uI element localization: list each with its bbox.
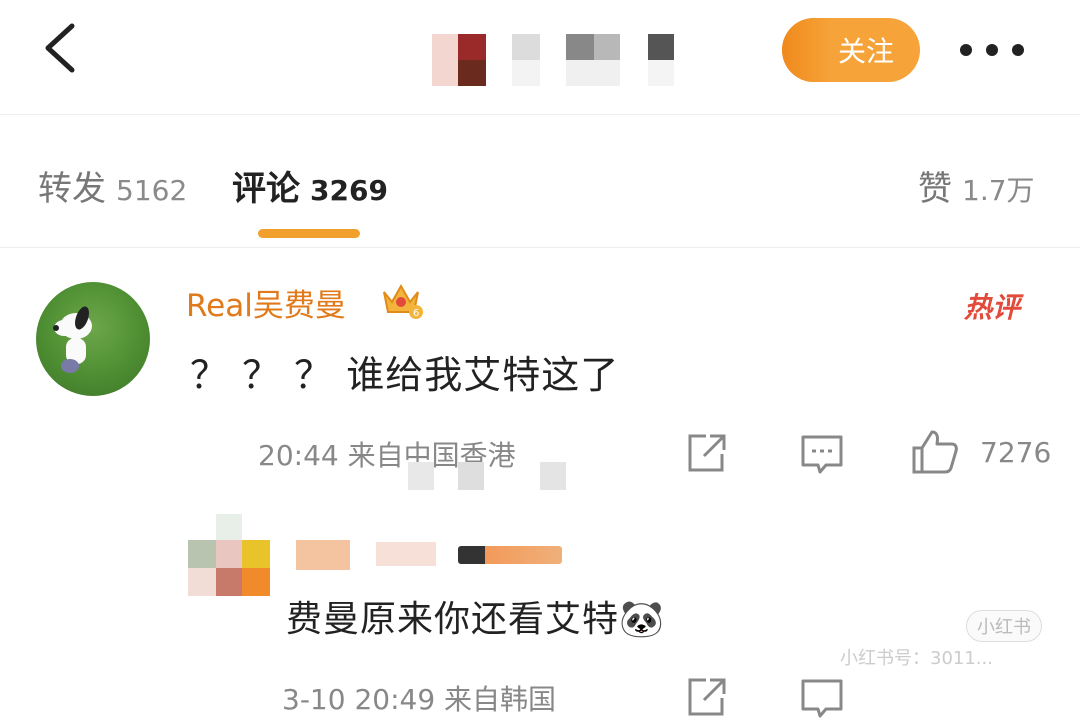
watermark-text: 小红书号：3011... — [840, 648, 993, 669]
reply-comment-button[interactable] — [800, 678, 844, 724]
comment-text: ？ ？ ？ 谁给我艾特这了 — [190, 353, 620, 397]
reply-button[interactable] — [800, 434, 844, 480]
more-dot — [1012, 44, 1024, 56]
more-dots-icon — [960, 44, 972, 56]
hot-comment-badge: 热评 — [964, 291, 1021, 324]
back-arrow-icon — [45, 23, 75, 73]
reply-meta: 3-10 20:49 来自韩国 — [282, 683, 557, 716]
share-icon — [688, 678, 726, 716]
vip-crown-icon: 6 — [383, 283, 423, 319]
follow-button[interactable]: 关注 — [782, 18, 920, 82]
svg-text:6: 6 — [413, 308, 419, 319]
vip-badge: 6 — [378, 280, 424, 320]
like-icon — [912, 430, 958, 474]
like-count: 7276 — [980, 436, 1052, 469]
more-dot — [986, 44, 998, 56]
reply-share-button[interactable] — [684, 676, 728, 724]
tab-bar: 转发 5162 评论 3269 赞 1.7万 — [0, 115, 1080, 248]
tab-likes[interactable]: 赞 1.7万 — [918, 161, 1035, 210]
back-button[interactable] — [34, 16, 94, 80]
tab-comments[interactable]: 评论 3269 — [232, 161, 388, 210]
reply-username-censored[interactable] — [296, 540, 562, 570]
tab-reposts[interactable]: 转发 5162 — [38, 161, 187, 210]
avatar[interactable] — [36, 282, 150, 396]
reply-text: 费曼原来你还看艾特🐼 — [286, 599, 665, 640]
tab-active-indicator — [258, 229, 360, 238]
tab-count: 3269 — [310, 174, 388, 207]
tab-count: 1.7万 — [962, 174, 1035, 207]
share-icon — [688, 434, 726, 472]
tab-label: 评论 — [232, 169, 300, 209]
header-bar: 关注 — [0, 0, 1080, 115]
more-button[interactable] — [960, 30, 1040, 70]
reply-avatar[interactable] — [188, 514, 270, 596]
tab-count: 5162 — [116, 174, 188, 207]
snoopy-avatar-icon — [53, 306, 92, 373]
comment-username[interactable]: Real吴费曼 — [186, 280, 346, 325]
share-button[interactable] — [684, 432, 728, 480]
comment-icon — [801, 679, 843, 718]
comment-icon — [801, 435, 843, 474]
tab-label: 赞 — [918, 169, 952, 209]
like-button[interactable] — [910, 428, 960, 480]
follow-button-label: 关注 — [837, 35, 894, 68]
follow-button-fade — [782, 18, 834, 82]
watermark-badge: 小红书 — [966, 610, 1042, 642]
tab-label: 转发 — [38, 169, 106, 209]
